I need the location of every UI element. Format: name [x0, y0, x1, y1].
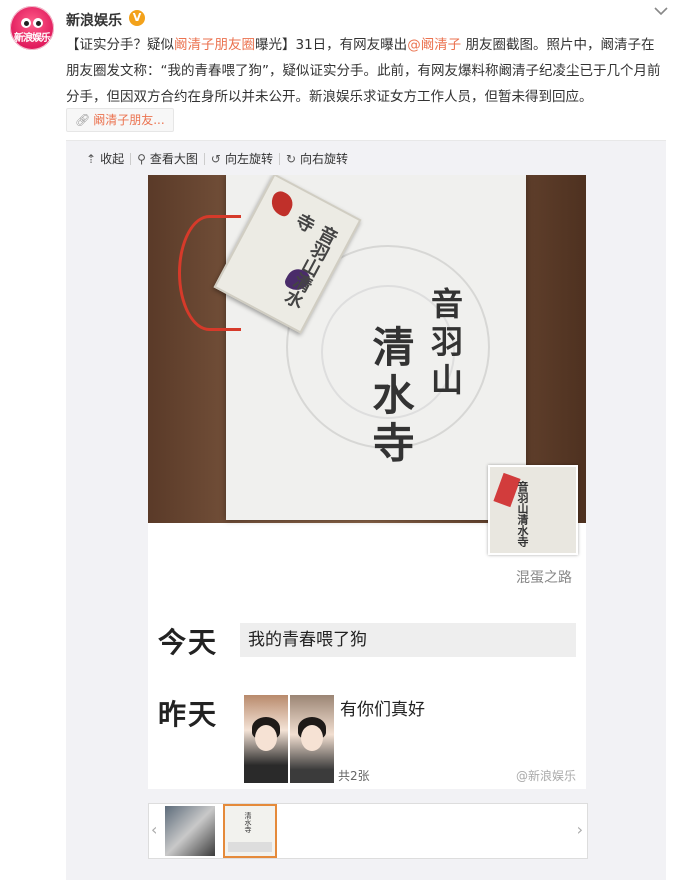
media-toolbar: ⇡ 收起 ⚲ 查看大图 ↺ 向左旋转 ↻ 向右旋转 — [80, 150, 354, 167]
avatar-eye — [33, 18, 43, 28]
photo-face — [255, 725, 277, 751]
watermark: @新浪娱乐 — [515, 769, 576, 783]
next-arrow-icon[interactable]: › — [577, 820, 583, 839]
yesterday-photos — [244, 695, 334, 783]
rotate-left-label: 向左旋转 — [224, 152, 273, 166]
today-status: 我的青春喂了狗 — [240, 623, 576, 657]
thumbnail-text: 音羽山清水寺 — [516, 481, 529, 547]
rotate-right-button[interactable]: ↻ 向右旋转 — [280, 150, 354, 167]
strip-thumbnail-1[interactable] — [165, 806, 215, 856]
rotate-left-button[interactable]: ↺ 向左旋转 — [205, 150, 279, 167]
today-label: 今天 — [158, 626, 219, 659]
prev-arrow-icon[interactable]: ‹ — [151, 820, 157, 839]
post-text-part: 曝光】31日，有网友曝出 — [255, 37, 408, 53]
avatar-label: 新浪娱乐 — [14, 33, 51, 44]
strip-thumbnail-2[interactable]: 清水寺 — [223, 804, 277, 858]
avatar-eye — [21, 18, 31, 28]
verified-badge-icon: V — [129, 10, 145, 26]
profile-thumbnail: 音羽山清水寺 — [488, 465, 578, 555]
rotate-left-icon: ↺ — [210, 151, 221, 166]
username[interactable]: 新浪娱乐 — [66, 10, 122, 30]
envelope-text-col2: 清水寺 — [366, 325, 415, 469]
post-text-part: 【证实分手？疑似 — [66, 37, 174, 53]
yesterday-caption: 有你们真好 — [340, 700, 425, 720]
moments-nickname: 混蛋之路 — [516, 570, 572, 586]
topic-tag[interactable]: 🔗︎ 阚清子朋友... — [66, 108, 174, 132]
search-icon: ⚲ — [137, 151, 146, 166]
mention-link[interactable]: @阚清子 — [407, 37, 461, 53]
photo-count: 共2张 — [338, 769, 370, 783]
view-large-label: 查看大图 — [149, 152, 198, 166]
envelope-text-col1: 音羽山 — [426, 287, 464, 401]
post-link[interactable]: 阚清子朋友圈 — [174, 37, 255, 53]
rotate-right-label: 向右旋转 — [300, 152, 349, 166]
collapse-icon: ⇡ — [86, 151, 97, 166]
post-text: 【证实分手？疑似阚清子朋友圈曝光】31日，有网友曝出@阚清子 朋友圈截图。照片中… — [66, 32, 666, 110]
yesterday-photo-2 — [290, 695, 334, 783]
chevron-down-icon[interactable] — [654, 4, 668, 20]
post-photo[interactable]: 音羽山 清水寺 音羽山清水寺 音羽山清水寺 混蛋之路 今天 我的青春喂了狗 昨天 — [148, 175, 586, 789]
rotate-right-icon: ↻ — [285, 151, 297, 166]
link-icon: 🔗︎ — [75, 113, 91, 127]
view-large-button[interactable]: ⚲ 查看大图 — [131, 150, 204, 167]
media-panel: ⇡ 收起 ⚲ 查看大图 ↺ 向左旋转 ↻ 向右旋转 音羽山 清水寺 音羽山清水寺 音羽山… — [66, 140, 666, 880]
strip-thumbnail-text: 清水寺 — [244, 812, 252, 833]
topic-tag-label: 阚清子朋友... — [93, 113, 165, 127]
collapse-button[interactable]: ⇡ 收起 — [80, 150, 130, 167]
avatar[interactable]: 新浪娱乐 — [10, 6, 54, 50]
photo-face — [301, 725, 323, 751]
thumbnail-strip: ‹ 清水寺 › — [148, 803, 588, 859]
yesterday-photo-1 — [244, 695, 288, 783]
collapse-label: 收起 — [100, 152, 125, 166]
strip-thumbnail-bar — [228, 842, 272, 852]
yesterday-label: 昨天 — [158, 698, 219, 731]
